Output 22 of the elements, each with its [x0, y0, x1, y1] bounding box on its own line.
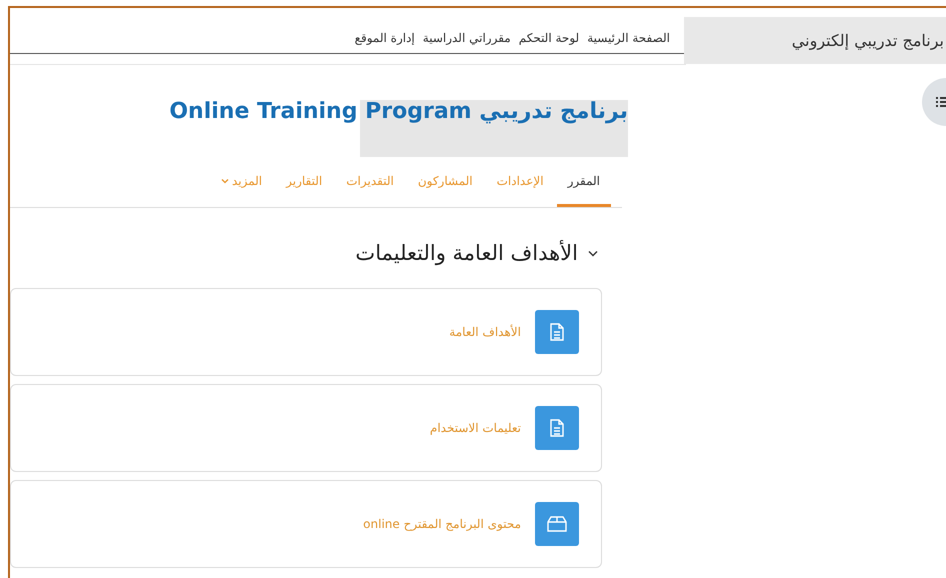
nav-link[interactable]: مقرراتي الدراسية: [422, 29, 511, 47]
course-tab[interactable]: المقرر: [556, 157, 611, 207]
course-tab[interactable]: المشاركون: [406, 157, 484, 207]
section-title: الأهداف العامة والتعليمات: [355, 239, 578, 268]
list-icon: [936, 96, 946, 108]
document-icon: [550, 322, 564, 340]
course-title: برنامج تدريبي Online Training Program: [169, 98, 628, 126]
box-icon: [547, 516, 567, 532]
course-tab[interactable]: الإعدادات: [486, 157, 555, 207]
nav-link[interactable]: الصفحة الرئيسية: [587, 29, 670, 47]
activity-link[interactable]: محتوى البرنامج المقترح online: [363, 514, 521, 532]
document-icon: [550, 418, 564, 436]
nav-link[interactable]: إدارة الموقع: [354, 29, 415, 47]
chevron-down-icon: [588, 250, 598, 258]
nav-link[interactable]: لوحة التحكم: [518, 29, 580, 47]
caret-icon: [220, 178, 229, 184]
course-tab[interactable]: التقارير: [275, 157, 334, 207]
site-title: برنامج تدريبي إلكتروني: [792, 30, 944, 52]
activity-link[interactable]: تعليمات الاستخدام: [430, 418, 521, 436]
activity-link[interactable]: الأهداف العامة: [449, 322, 521, 340]
course-tab[interactable]: التقديرات: [335, 157, 405, 207]
course-tab[interactable]: المزيد: [210, 157, 274, 207]
